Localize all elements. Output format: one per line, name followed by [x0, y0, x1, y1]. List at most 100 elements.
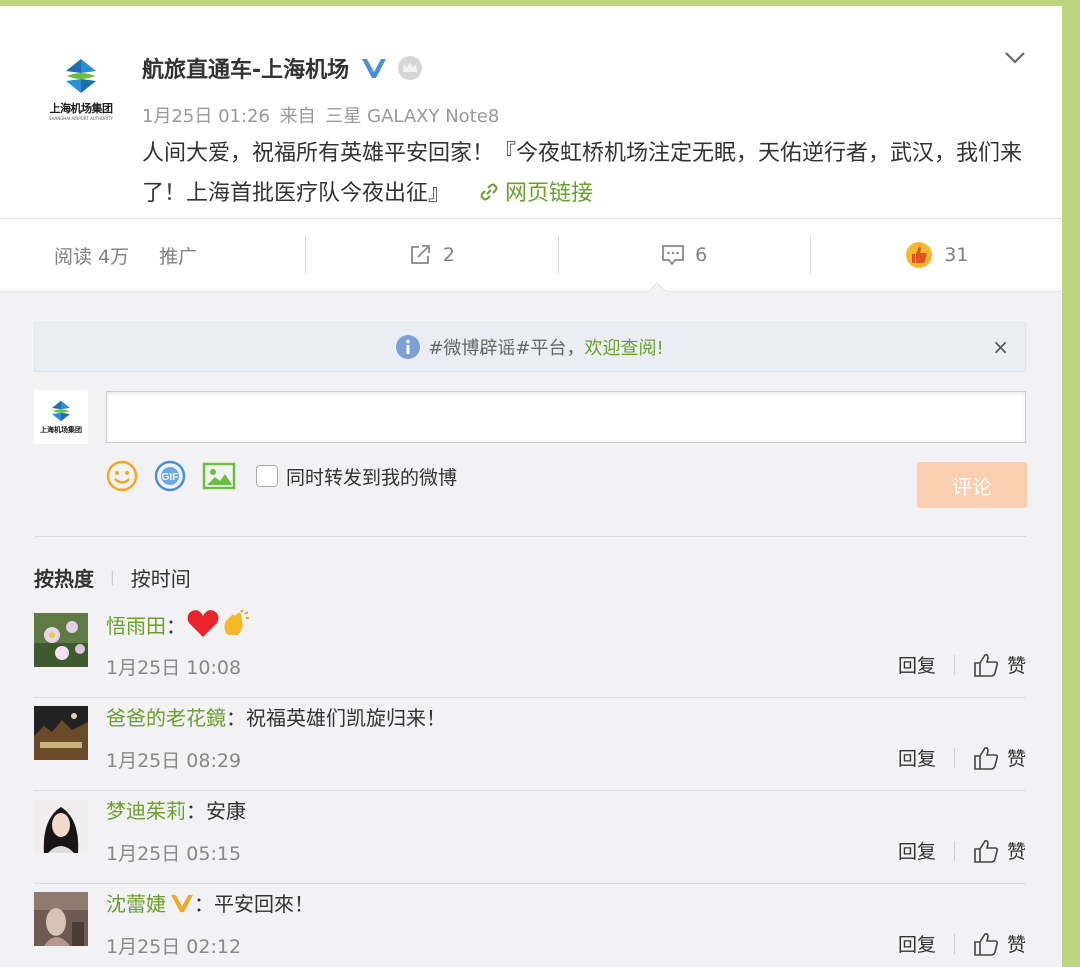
- reply-button[interactable]: 回复: [898, 930, 936, 957]
- divider: [34, 536, 1026, 537]
- commenter-avatar[interactable]: [34, 799, 88, 853]
- comment-actions: 回复 赞: [898, 837, 1026, 864]
- notice-link[interactable]: 欢迎查阅!: [584, 334, 663, 360]
- author-name[interactable]: 航旅直通车-上海机场: [142, 52, 349, 84]
- web-link-label: 网页链接: [505, 181, 594, 206]
- web-link[interactable]: 网页链接: [457, 181, 593, 206]
- member-crown-icon[interactable]: [397, 55, 423, 81]
- svg-text:GIF: GIF: [162, 472, 179, 483]
- repost-label: 同时转发到我的微博: [286, 466, 458, 489]
- comment-time: 1月25日 08:29: [106, 750, 242, 772]
- gif-icon[interactable]: GIF: [154, 460, 186, 492]
- logo-subtext: SHANGHAI AIRPORT AUTHORITY: [48, 116, 114, 121]
- comment-input[interactable]: [106, 391, 1026, 443]
- verified-icon[interactable]: [170, 893, 194, 913]
- author-avatar[interactable]: 上海机场集团 SHANGHAI AIRPORT AUTHORITY: [36, 56, 126, 136]
- read-count: 阅读 4万: [54, 245, 130, 268]
- like-label[interactable]: 赞: [1007, 744, 1026, 771]
- clapping-hands-icon: [224, 609, 249, 635]
- like-button[interactable]: 31: [809, 236, 1062, 274]
- comment-text: 祝福英雄们凯旋归来！: [246, 706, 446, 730]
- comment-section: #微博辟谣#平台， 欢迎查阅! × 上海机场集团 GIF 同时转发到我的微博 评…: [0, 292, 1062, 967]
- heart-icon: [187, 610, 219, 637]
- colon: ：: [194, 892, 214, 916]
- link-icon: [480, 183, 498, 201]
- action-separator: [953, 840, 955, 861]
- thumbs-up-icon: [906, 242, 933, 268]
- submit-comment-button[interactable]: 评论: [917, 462, 1027, 508]
- comment-item: 沈蕾婕 ： 平安回來！ 1月25日 02:12 回复 赞: [34, 884, 1026, 967]
- post-time[interactable]: 1月25日 01:26: [142, 106, 270, 127]
- comment-item: 悟雨田 ： 1月25日 10:08 回复 赞: [34, 605, 1026, 698]
- comment-count: 6: [695, 244, 708, 266]
- comment-item: 爸爸的老花鏡 ： 祝福英雄们凯旋归来！ 1月25日 08:29 回复 赞: [34, 698, 1026, 791]
- reply-button[interactable]: 回复: [898, 837, 936, 864]
- repost-count: 2: [442, 244, 455, 266]
- sort-separator: |: [110, 569, 115, 586]
- comment-user[interactable]: 梦迪茱莉: [106, 795, 186, 824]
- action-separator: [953, 747, 955, 768]
- comment-actions: 回复 赞: [898, 651, 1026, 678]
- like-label[interactable]: 赞: [1007, 651, 1026, 678]
- like-label[interactable]: 赞: [1007, 930, 1026, 957]
- post-meta: 1月25日 01:26 来自 三星 GALAXY Note8: [142, 102, 503, 128]
- chevron-down-icon[interactable]: [1002, 44, 1028, 70]
- comment-item: 梦迪茱莉 ： 安康 1月25日 05:15 回复 赞: [34, 791, 1026, 884]
- comment-actions: 回复 赞: [898, 744, 1026, 771]
- post-text: 人间大爱，祝福所有英雄平安回家！『今夜虹桥机场注定无眠，天佑逆行者，武汉，我们来…: [142, 134, 1022, 214]
- shanghai-airport-logo-icon: [52, 400, 70, 422]
- emoji-icon[interactable]: [106, 460, 138, 492]
- comment-line: 梦迪茱莉 ： 安康: [106, 795, 246, 824]
- repost-checkbox[interactable]: [256, 465, 278, 487]
- weibo-card: 上海机场集团 SHANGHAI AIRPORT AUTHORITY 航旅直通车-…: [0, 6, 1062, 967]
- repost-button[interactable]: 2: [305, 236, 557, 274]
- comment-button[interactable]: 6: [557, 236, 810, 274]
- repost-icon: [410, 245, 430, 264]
- notice-text: #微博辟谣#平台，: [428, 338, 585, 359]
- verified-icon[interactable]: [361, 57, 387, 79]
- my-avatar-text: 上海机场集团: [40, 426, 82, 434]
- reply-button[interactable]: 回复: [898, 744, 936, 771]
- author-row: 航旅直通车-上海机场: [142, 52, 423, 84]
- comment-text: 平安回來！: [214, 892, 314, 916]
- comment-line: 沈蕾婕 ： 平安回來！: [106, 888, 314, 917]
- comment-time: 1月25日 02:12: [106, 936, 242, 958]
- comment-time: 1月25日 10:08: [106, 657, 242, 679]
- comment-text: 安康: [206, 799, 246, 823]
- close-icon[interactable]: ×: [992, 335, 1009, 359]
- comment-user[interactable]: 悟雨田: [106, 610, 166, 639]
- colon: ：: [226, 706, 246, 730]
- comment-user[interactable]: 爸爸的老花鏡: [106, 702, 226, 731]
- compose-tools: GIF 同时转发到我的微博: [106, 460, 457, 492]
- shanghai-airport-logo-icon: [66, 59, 96, 93]
- thumbs-up-outline-icon[interactable]: [973, 932, 999, 956]
- read-stats: 阅读 4万 推广: [0, 236, 305, 274]
- info-icon: [396, 335, 421, 359]
- action-separator: [953, 654, 955, 675]
- action-separator: [953, 933, 955, 954]
- thumbs-up-outline-icon[interactable]: [973, 746, 999, 770]
- reply-button[interactable]: 回复: [898, 651, 936, 678]
- like-count: 31: [944, 244, 969, 266]
- comment-line: 爸爸的老花鏡 ： 祝福英雄们凯旋归来！: [106, 702, 446, 731]
- post-device[interactable]: 三星 GALAXY Note8: [325, 106, 499, 127]
- post: 上海机场集团 SHANGHAI AIRPORT AUTHORITY 航旅直通车-…: [0, 6, 1062, 218]
- sort-by-time[interactable]: 按时间: [131, 563, 191, 592]
- rumor-notice: #微博辟谣#平台， 欢迎查阅! ×: [34, 322, 1026, 372]
- colon: ：: [166, 613, 186, 638]
- my-avatar: 上海机场集团: [34, 390, 88, 444]
- thumbs-up-outline-icon[interactable]: [973, 839, 999, 863]
- thumbs-up-outline-icon[interactable]: [973, 653, 999, 677]
- commenter-avatar[interactable]: [34, 613, 88, 667]
- sort-by-hot[interactable]: 按热度: [34, 563, 94, 592]
- comment-user[interactable]: 沈蕾婕: [106, 888, 166, 917]
- promote-link[interactable]: 推广: [159, 242, 197, 269]
- logo-text: 上海机场集团: [49, 102, 114, 115]
- comment-line: 悟雨田 ：: [106, 609, 250, 639]
- sort-tabs: 按热度 | 按时间: [34, 563, 191, 592]
- image-icon[interactable]: [202, 461, 236, 491]
- comment-actions: 回复 赞: [898, 930, 1026, 957]
- commenter-avatar[interactable]: [34, 706, 88, 760]
- commenter-avatar[interactable]: [34, 892, 88, 946]
- like-label[interactable]: 赞: [1007, 837, 1026, 864]
